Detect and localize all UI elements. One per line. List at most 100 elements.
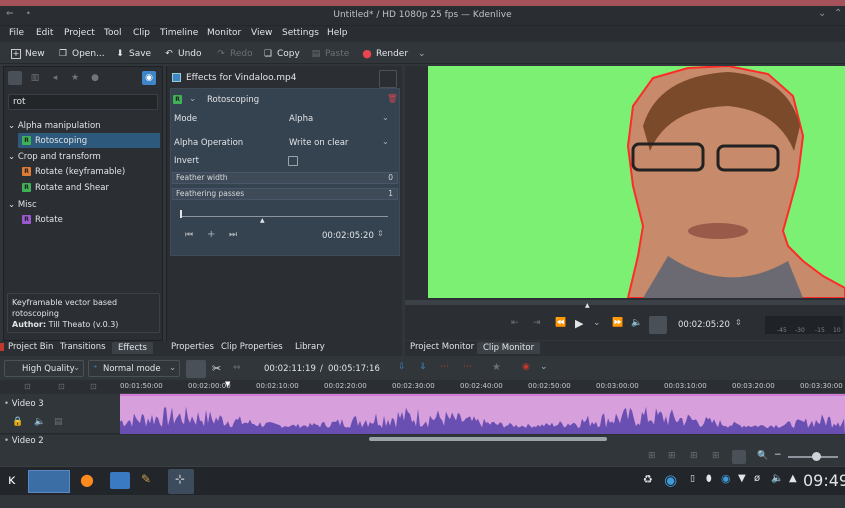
delete-effect-icon[interactable]: 🗑 [387,94,398,104]
edit-mode-select[interactable]: ⁺ Normal mode ⌄ [88,360,180,377]
effect-item-rotate-and-shear[interactable]: R Rotate and Shear [18,180,160,195]
maximize-icon[interactable]: ⌃ [834,8,842,19]
effect-item-rotoscoping[interactable]: R Rotoscoping [18,133,160,148]
clock[interactable]: 09:49 [803,471,845,490]
tab-transitions[interactable]: Transitions [60,342,106,352]
trash-icon[interactable]: ♻ [643,473,653,486]
undo-button[interactable]: ↶ Undo [164,47,201,61]
record-icon[interactable]: ◉ [522,362,530,372]
status-toggle-button[interactable] [732,450,746,464]
more-icon[interactable]: ● [88,71,102,85]
kde-menu-icon[interactable]: ĸ [8,473,16,488]
monitor-options-button[interactable] [649,316,667,334]
play-icon[interactable]: ▶ [575,317,583,330]
zone-out-icon[interactable]: ⇥ [533,318,541,328]
clipboard-icon[interactable]: ⬮ [706,474,712,484]
bluetooth-icon[interactable]: ø [754,473,760,484]
lift-icon[interactable]: ⋯ [440,362,449,372]
stack-options-button[interactable] [379,70,397,88]
category-misc[interactable]: ⌄ Misc [8,200,37,210]
keyframe-timecode[interactable]: 00:02:05:20 [322,231,374,241]
copy-button[interactable]: ❏ Copy [263,47,300,61]
redo-button[interactable]: ↷ Redo [216,47,252,61]
tab-effects[interactable]: Effects [112,342,153,354]
tab-clip-monitor[interactable]: Clip Monitor [477,342,541,354]
new-button[interactable]: + New [11,47,45,61]
video-icon[interactable]: ▤ [54,417,63,427]
render-button[interactable]: ● Render ⌄ [362,47,426,61]
menu-settings[interactable]: Settings [282,28,319,38]
spinbox-arrows-icon[interactable]: ⇕ [735,318,742,327]
status-tool-icon[interactable]: ⊞ [690,451,698,461]
menu-timeline[interactable]: Timeline [160,28,198,38]
tab-project-monitor[interactable]: Project Monitor [410,342,474,352]
file-manager-icon[interactable] [110,472,130,489]
mode-select[interactable]: Alpha ⌄ [287,113,393,127]
zone-in-icon[interactable]: ⇤ [511,318,519,328]
status-tool-icon[interactable]: ⊞ [648,451,656,461]
monitor-timecode[interactable]: 00:02:05:20 [678,320,730,330]
chevron-down-icon[interactable]: ⌄ [540,362,548,372]
menu-view[interactable]: View [251,28,272,38]
render-dropdown-icon[interactable]: ⌄ [418,49,426,59]
track-tool-icon[interactable]: ⊡ [90,382,97,391]
insert-icon[interactable]: ⇩ [398,362,406,372]
monitor-position-marker-icon[interactable]: ▲ [585,302,590,309]
menu-project[interactable]: Project [64,28,95,38]
monitor-ruler[interactable] [405,300,845,305]
menu-monitor[interactable]: Monitor [207,28,241,38]
menu-tool[interactable]: Tool [104,28,121,38]
save-button[interactable]: ⬇ Save [115,47,151,61]
expand-tray-icon[interactable]: ▲ [789,473,797,484]
feather-width-slider[interactable]: Feather width 0 [172,172,398,184]
favorites-icon[interactable]: ★ [68,71,82,85]
add-keyframe-icon[interactable]: + [207,229,215,240]
volume-icon[interactable]: 🔈 [771,473,783,484]
timeline-scrollbar[interactable] [369,437,607,441]
menu-file[interactable]: File [9,28,24,38]
menu-edit[interactable]: Edit [36,28,53,38]
updates-icon[interactable]: ◉ [721,472,731,485]
virtual-desktop-pager[interactable] [28,470,70,493]
effect-item-rotate[interactable]: R Rotate [18,212,160,227]
status-tool-icon[interactable]: ⊞ [668,451,676,461]
extract-icon[interactable]: ⋯ [463,362,472,372]
feathering-passes-value[interactable]: 1 [388,189,393,199]
device-icon[interactable]: ▯ [690,474,695,484]
paste-button[interactable]: ▤ Paste [311,47,350,61]
effects-search-input[interactable]: rot [8,94,158,110]
custom-effects-icon[interactable]: ◂ [48,71,62,85]
menu-help[interactable]: Help [327,28,348,38]
tab-project-bin[interactable]: Project Bin [8,342,53,352]
monitor-video-frame[interactable] [428,66,845,298]
spinbox-arrows-icon[interactable]: ⇕ [377,229,384,238]
overwrite-icon[interactable]: ⇓ [419,362,427,372]
show-description-icon[interactable]: ◉ [142,71,156,85]
category-crop-and-transform[interactable]: ⌄ Crop and transform [8,152,101,162]
tab-clip-properties[interactable]: Clip Properties [221,342,283,352]
keyframe-timeline-line[interactable] [180,216,388,217]
feather-width-value[interactable]: 0 [388,173,393,183]
invert-checkbox[interactable] [288,156,298,166]
zoom-minus-icon[interactable]: − [774,450,782,460]
track-tool-icon[interactable]: ⊡ [24,382,31,391]
minimize-icon[interactable]: ⌄ [818,8,826,19]
collapse-chevron-icon[interactable]: ⌄ [189,94,196,104]
category-alpha-manipulation[interactable]: ⌄ Alpha manipulation [8,121,101,131]
play-options-icon[interactable]: ⌄ [593,318,601,328]
timeline-playhead-icon[interactable]: ▼ [225,380,230,388]
open-button[interactable]: ❐ Open... [58,47,105,61]
firefox-icon[interactable]: ● [80,470,94,489]
network-icon[interactable]: ▼ [738,473,746,484]
feathering-passes-slider[interactable]: Feathering passes 1 [172,188,398,200]
preview-quality-select[interactable]: High Quality ⌄ [4,360,84,377]
effect-item-rotate-keyframable[interactable]: R Rotate (keyframable) [18,164,160,179]
razor-tool-icon[interactable]: ✂ [212,362,221,375]
spacer-tool-icon[interactable]: ⇔ [233,363,241,373]
tab-library[interactable]: Library [295,342,325,352]
sync-icon[interactable]: ◉ [664,471,677,489]
keyframe-playhead[interactable] [180,210,182,218]
stack-enable-checkbox[interactable] [172,73,181,82]
next-keyframe-icon[interactable]: ⏭ [229,230,237,240]
gimp-icon[interactable]: ✎ [141,472,151,486]
